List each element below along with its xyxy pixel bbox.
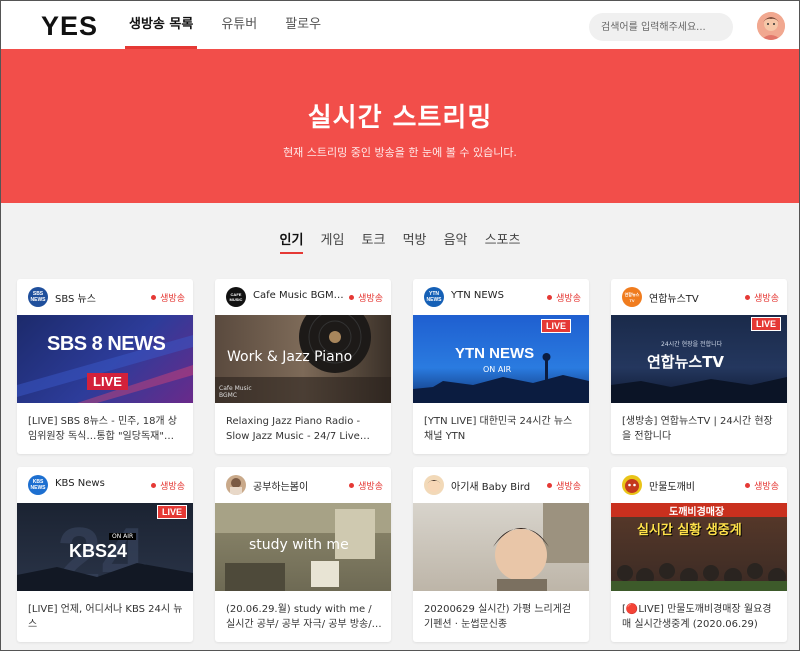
thumbnail-live-tag: LIVE	[750, 317, 781, 331]
live-status-badge: 생방송	[547, 291, 581, 304]
nav-youtubers[interactable]: 유튜버	[217, 1, 261, 49]
stream-thumbnail[interactable]: study with me	[215, 503, 391, 591]
channel-logo-text: YTN NEWS	[426, 291, 442, 303]
channel-name[interactable]: 연합뉴스TV	[649, 290, 745, 305]
live-status-badge: 생방송	[745, 291, 779, 304]
channel-logo-text: CAFE MUSIC	[229, 292, 243, 302]
live-status-badge: 생방송	[349, 479, 383, 492]
channel-name[interactable]: YTN NEWS	[451, 290, 547, 301]
stream-thumbnail[interactable]: LIVE 24시간 현장을 전합니다 연합뉴스TV	[611, 315, 787, 403]
stream-thumbnail[interactable]: LIVE YTN NEWS ON AIR	[413, 315, 589, 403]
stream-title[interactable]: [YTN LIVE] 대한민국 24시간 뉴스채널 YTN	[424, 414, 580, 444]
stream-card[interactable]: 아기새 Baby Bird 생방송 20200629 실시간) 가평 느리게걷기…	[413, 467, 589, 642]
stream-thumbnail[interactable]: 24 LIVE ON AIR KBS24	[17, 503, 193, 591]
channel-logo: 연합뉴스TV	[622, 287, 642, 307]
hero-title: 실시간 스트리밍	[307, 103, 493, 133]
channel-name[interactable]: Cafe Music BGM…	[253, 290, 349, 301]
stream-title[interactable]: [LIVE] SBS 8뉴스 - 민주, 18개 상임위원장 독식…통합 "일당…	[28, 414, 184, 444]
nav-live-list[interactable]: 생방송 목록	[125, 1, 198, 49]
stream-card[interactable]: 만물도깨비 생방송 도깨비경매장 실시간 실황 생중계 [🔴LIVE] 만물도깨…	[611, 467, 787, 642]
channel-logo-text: 연합뉴스TV	[624, 291, 640, 303]
user-avatar[interactable]	[757, 12, 785, 40]
thumbnail-headline: 연합뉴스TV	[647, 353, 725, 371]
stream-title[interactable]: (20.06.29.월) study with me / 실시간 공부/ 공부 …	[226, 602, 382, 632]
stream-thumbnail[interactable]: 도깨비경매장 실시간 실황 생중계	[611, 503, 787, 591]
thumbnail-caption: 도깨비경매장	[669, 507, 725, 518]
tab-talk[interactable]: 토크	[362, 229, 386, 252]
thumbnail-headline: Work & Jazz Piano	[227, 349, 353, 365]
thumbnail-headline: KBS24	[69, 541, 128, 561]
thumbnail-caption: ON AIR	[483, 365, 512, 374]
tab-game[interactable]: 게임	[321, 229, 345, 252]
channel-logo-text: SBS NEWS	[30, 291, 46, 303]
channel-logo	[622, 475, 642, 495]
thumbnail-headline: 실시간 실황 생중계	[637, 523, 742, 538]
live-status-label: 생방송	[754, 294, 779, 304]
stream-title[interactable]: 20200629 실시간) 가평 느리게걷기펜션 · 눈썹문신종	[424, 602, 580, 632]
nav-follow[interactable]: 팔로우	[281, 1, 325, 49]
channel-logo-text: KBS NEWS	[30, 479, 46, 491]
live-status-label: 생방송	[754, 482, 779, 492]
thumbnail-live-tag: LIVE	[540, 319, 571, 333]
category-tabs: 인기 게임 토크 먹방 음악 스포츠	[1, 229, 799, 254]
thumbnail-headline: study with me	[249, 537, 349, 553]
stream-card[interactable]: SBS NEWS SBS 뉴스 생방송 SBS 8 NEWS LIVE [LIV…	[17, 279, 193, 454]
channel-logo	[424, 475, 444, 495]
top-header: YES 생방송 목록 유튜버 팔로우	[1, 1, 799, 49]
tab-popular[interactable]: 인기	[279, 229, 303, 254]
thumbnail-caption: 24시간 현장을 전합니다	[661, 341, 723, 348]
stream-thumbnail[interactable]: SBS 8 NEWS LIVE	[17, 315, 193, 403]
channel-name[interactable]: 아기새 Baby Bird	[451, 478, 547, 493]
stream-card[interactable]: KBS NEWS KBS News 생방송 24 LIVE ON AIR KBS…	[17, 467, 193, 642]
channel-logo	[226, 475, 246, 495]
channel-logo: YTN NEWS	[424, 287, 444, 307]
thumbnail-caption: ON AIR	[109, 533, 137, 540]
stream-thumbnail[interactable]: Work & Jazz Piano Cafe Music BGMC	[215, 315, 391, 403]
channel-logo: CAFE MUSIC	[226, 287, 246, 307]
thumbnail-caption: Cafe Music BGMC	[219, 385, 252, 399]
live-status-badge: 생방송	[151, 479, 185, 492]
live-status-label: 생방송	[556, 294, 581, 304]
live-status-badge: 생방송	[151, 291, 185, 304]
stream-card[interactable]: CAFE MUSIC Cafe Music BGM… 생방송 Work & Ja…	[215, 279, 391, 454]
live-status-label: 생방송	[556, 482, 581, 492]
live-status-badge: 생방송	[547, 479, 581, 492]
stream-title[interactable]: [LIVE] 언제, 어디서나 KBS 24시 뉴스	[28, 602, 184, 632]
live-status-label: 생방송	[160, 294, 185, 304]
live-status-label: 생방송	[358, 482, 383, 492]
tab-mukbang[interactable]: 먹방	[403, 229, 427, 252]
stream-title[interactable]: Relaxing Jazz Piano Radio - Slow Jazz Mu…	[226, 414, 382, 444]
stream-card[interactable]: 연합뉴스TV 연합뉴스TV 생방송 LIVE 24시간 현장을 전합니다 연합뉴…	[611, 279, 787, 454]
main-nav: 생방송 목록 유튜버 팔로우	[125, 1, 345, 49]
live-status-label: 생방송	[160, 482, 185, 492]
search-input[interactable]	[589, 13, 733, 41]
stream-thumbnail[interactable]	[413, 503, 589, 591]
channel-name[interactable]: 만물도깨비	[649, 478, 745, 493]
stream-title[interactable]: [🔴LIVE] 만물도깨비경매장 월요경매 실시간생중계 (2020.06.29…	[622, 602, 778, 632]
site-logo[interactable]: YES	[41, 11, 98, 42]
channel-name[interactable]: SBS 뉴스	[55, 290, 151, 305]
stream-card[interactable]: 공부하는봄이 생방송 study with me (20.06.29.월) st…	[215, 467, 391, 642]
thumbnail-live-tag: LIVE	[87, 373, 128, 390]
channel-logo: KBS NEWS	[28, 475, 48, 495]
tab-music[interactable]: 음악	[444, 229, 468, 252]
hero-subtitle: 현재 스트리밍 중인 방송을 한 눈에 볼 수 있습니다.	[283, 146, 517, 159]
channel-name[interactable]: KBS News	[55, 478, 151, 489]
live-status-badge: 생방송	[349, 291, 383, 304]
live-status-label: 생방송	[358, 294, 383, 304]
live-status-badge: 생방송	[745, 479, 779, 492]
channel-name[interactable]: 공부하는봄이	[253, 478, 349, 493]
thumbnail-headline: SBS 8 NEWS	[47, 333, 166, 355]
hero-banner: 실시간 스트리밍 현재 스트리밍 중인 방송을 한 눈에 볼 수 있습니다.	[1, 49, 799, 203]
stream-title[interactable]: [생방송] 연합뉴스TV | 24시간 현장을 전합니다	[622, 414, 778, 444]
tab-sports[interactable]: 스포츠	[485, 229, 521, 252]
stream-card[interactable]: YTN NEWS YTN NEWS 생방송 LIVE YTN NEWS ON A…	[413, 279, 589, 454]
thumbnail-headline: YTN NEWS	[455, 345, 535, 362]
thumbnail-live-tag: LIVE	[156, 505, 187, 519]
channel-logo: SBS NEWS	[28, 287, 48, 307]
